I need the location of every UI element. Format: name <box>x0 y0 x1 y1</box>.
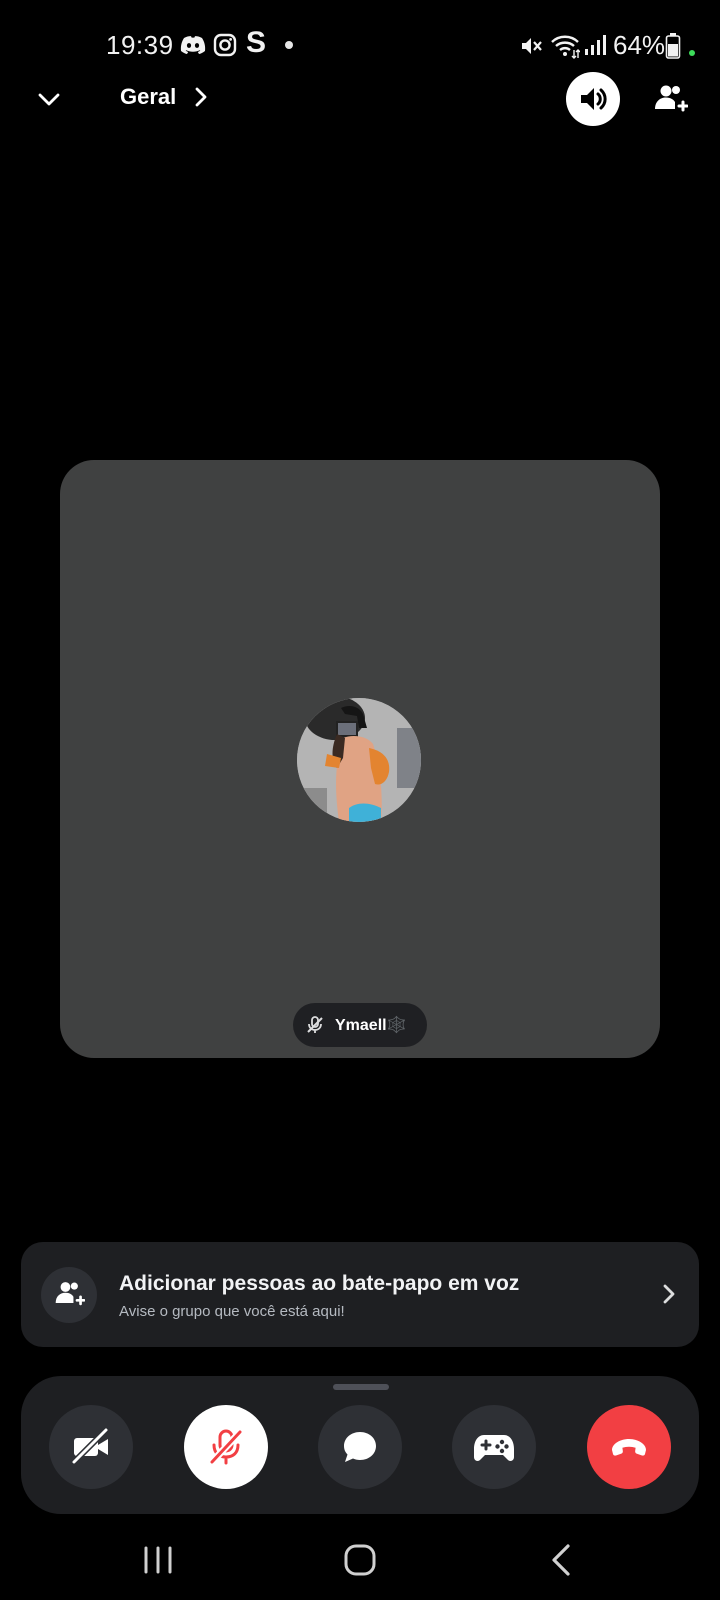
gamepad-icon <box>474 1435 514 1461</box>
wifi-icon <box>551 35 580 59</box>
add-people-subtitle: Avise o grupo que você está aqui! <box>119 1303 345 1320</box>
chat-button[interactable] <box>318 1405 402 1489</box>
chevron-right-icon[interactable] <box>192 86 210 108</box>
add-user-circle <box>41 1267 97 1323</box>
camera-off-button[interactable] <box>49 1405 133 1489</box>
mic-off-icon <box>209 1429 243 1465</box>
mic-muted-button[interactable] <box>184 1405 268 1489</box>
activities-button[interactable] <box>452 1405 536 1489</box>
s-app-icon: S <box>246 26 267 59</box>
drag-handle[interactable] <box>333 1384 389 1390</box>
call-controls <box>21 1376 699 1514</box>
participant-name: Ymaell🕸️ <box>335 1017 407 1034</box>
add-user-icon[interactable] <box>652 82 688 118</box>
battery-percent: 64% <box>613 30 666 60</box>
chevron-right-icon <box>663 1284 675 1304</box>
add-people-title: Adicionar pessoas ao bate-papo em voz <box>119 1272 520 1295</box>
status-bar: 19:39 S 64% <box>0 20 720 68</box>
signal-icon <box>585 35 606 55</box>
add-people-card[interactable]: Adicionar pessoas ao bate-papo em voz Av… <box>21 1242 699 1347</box>
battery-icon <box>665 33 681 59</box>
instagram-icon <box>213 33 237 57</box>
dot-icon <box>285 41 293 49</box>
mute-icon <box>522 38 542 54</box>
chevron-down-icon[interactable] <box>36 86 62 112</box>
speaker-button[interactable] <box>566 72 620 126</box>
end-call-button[interactable] <box>587 1405 671 1489</box>
recent-apps-icon[interactable] <box>138 1540 178 1580</box>
mic-off-icon <box>307 1016 323 1033</box>
back-icon[interactable] <box>542 1540 582 1580</box>
system-nav-bar <box>0 1520 720 1600</box>
home-icon[interactable] <box>340 1540 380 1580</box>
discord-icon <box>180 36 206 54</box>
add-user-icon <box>55 1282 85 1306</box>
call-header: Geral <box>0 72 720 128</box>
privacy-indicator <box>689 50 695 56</box>
video-off-icon <box>71 1427 109 1465</box>
participant-tile[interactable]: Ymaell🕸️ <box>60 460 660 1058</box>
chat-bubble-icon <box>344 1432 376 1462</box>
voice-call-screen: 19:39 S 64% Geral Ymaell🕸️ Adicionar pes… <box>0 0 720 1600</box>
channel-title[interactable]: Geral <box>120 84 176 110</box>
participant-name-pill: Ymaell🕸️ <box>293 1003 427 1047</box>
avatar <box>297 698 421 822</box>
speaker-icon <box>581 88 607 110</box>
status-time: 19:39 <box>106 30 174 60</box>
phone-hangup-icon <box>612 1439 646 1456</box>
